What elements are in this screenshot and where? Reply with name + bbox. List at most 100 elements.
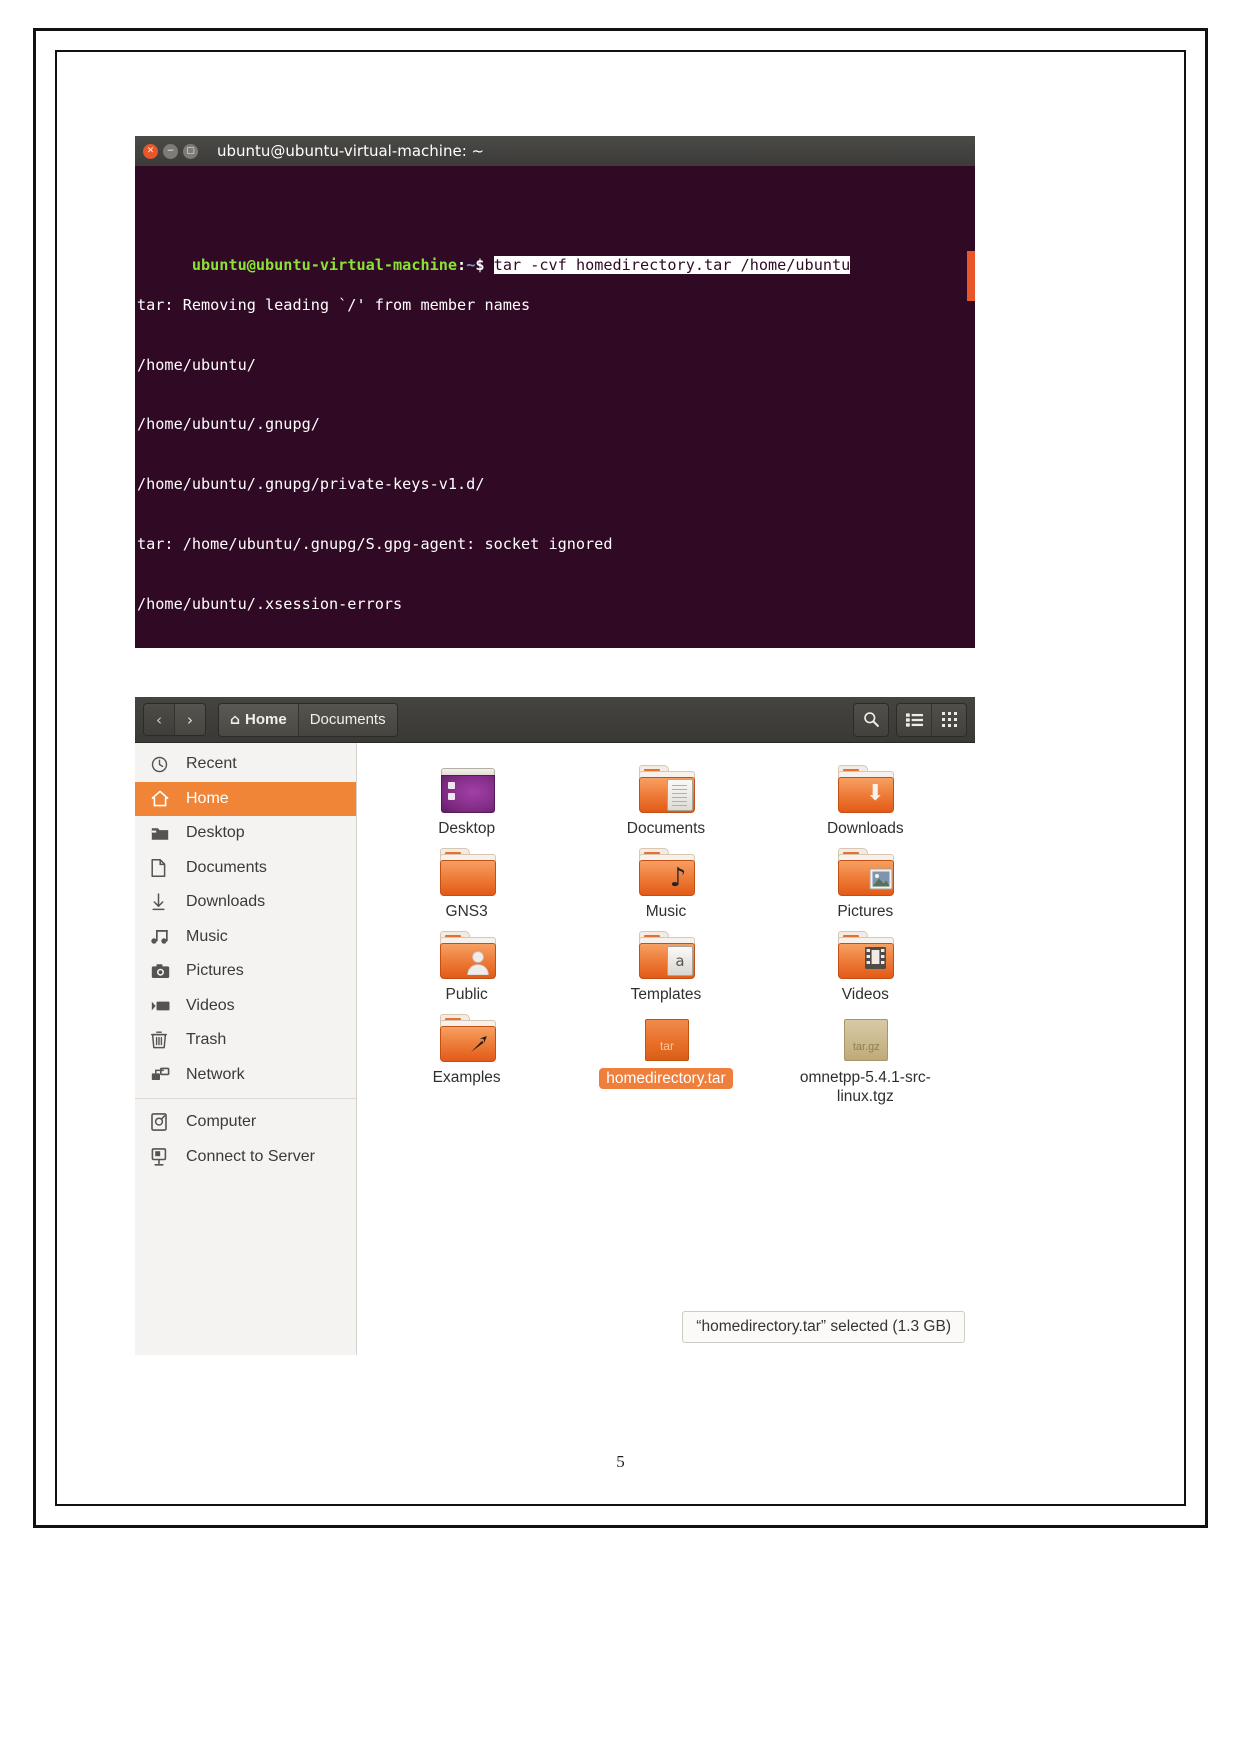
sidebar-item-trash[interactable]: Trash (135, 1023, 356, 1058)
document-emblem-icon (666, 779, 693, 811)
sidebar-item-label: Trash (186, 1031, 227, 1049)
sidebar-item-connect-to-server[interactable]: Connect to Server (135, 1140, 356, 1175)
trash-icon (151, 1031, 175, 1049)
file-label: Videos (841, 986, 889, 1003)
file-item-desktop[interactable]: Desktop (367, 761, 566, 838)
sidebar-item-home[interactable]: Home (135, 781, 356, 816)
symlink-arrow-emblem-icon (466, 1028, 492, 1060)
sidebar-item-label: Network (186, 1065, 245, 1083)
list-view-icon (905, 712, 923, 727)
breadcrumb-item-home[interactable]: ⌂ Home (219, 703, 298, 736)
grid-view-icon (941, 712, 957, 727)
prompt-colon: : (457, 255, 467, 274)
terminal-command: tar -cvf homedirectory.tar /home/ubuntu (493, 255, 851, 274)
file-label: Music (645, 903, 687, 920)
forward-button[interactable]: › (174, 704, 205, 735)
minimize-icon[interactable]: − (163, 143, 178, 159)
file-item-homedirectory-tar[interactable]: tar homedirectory.tar (566, 1010, 765, 1106)
video-camera-icon (151, 999, 175, 1013)
server-icon (151, 1147, 175, 1166)
terminal-line: tar: Removing leading `/' from member na… (137, 295, 531, 314)
file-item-gns3[interactable]: GNS3 (367, 844, 566, 921)
back-button[interactable]: ‹ (144, 704, 174, 735)
file-label: Public (445, 986, 488, 1003)
sidebar-item-pictures[interactable]: Pictures (135, 954, 356, 989)
sidebar[interactable]: Recent Home Desktop Documents Downloads … (135, 743, 357, 1355)
terminal-output-area[interactable]: ubuntu@ubuntu-virtual-machine:~$ tar -cv… (135, 166, 975, 648)
file-item-templates[interactable]: a Templates (566, 927, 765, 1004)
music-note-emblem-icon: ♪ (669, 863, 687, 893)
home-icon: ⌂ (230, 711, 241, 728)
film-emblem-icon (862, 942, 888, 974)
file-manager-toolbar[interactable]: ‹ › ⌂ Home Documents (135, 697, 975, 743)
sidebar-item-documents[interactable]: Documents (135, 851, 356, 886)
template-emblem-icon: a (666, 946, 693, 976)
file-list-area[interactable]: Desktop Documents ⬇ Downloads GNS3 ♪ Mus… (357, 743, 975, 1355)
sidebar-divider (135, 1098, 356, 1099)
prompt-user-host: ubuntu@ubuntu-virtual-machine (191, 255, 458, 274)
file-item-examples[interactable]: Examples (367, 1010, 566, 1106)
file-label: omnetpp-5.4.1-src-linux.tgz (799, 1069, 931, 1105)
sidebar-item-label: Computer (186, 1113, 257, 1131)
camera-icon (151, 963, 175, 979)
sidebar-item-computer[interactable]: Computer (135, 1105, 356, 1140)
terminal-line: /home/ubuntu/.gnupg/ (137, 415, 320, 434)
scrollbar-thumb[interactable] (967, 251, 975, 301)
breadcrumb-label: Home (245, 711, 287, 728)
file-item-music[interactable]: ♪ Music (566, 844, 765, 921)
videos-folder-icon (836, 931, 895, 979)
search-button[interactable] (853, 702, 889, 737)
network-icon (151, 1067, 175, 1083)
sidebar-item-desktop[interactable]: Desktop (135, 816, 356, 851)
status-badge: “homedirectory.tar” selected (1.3 GB) (682, 1311, 965, 1343)
maximize-icon[interactable]: ▢ (183, 143, 198, 159)
terminal-line: /home/ubuntu/.gnupg/private-keys-v1.d/ (137, 475, 485, 494)
sidebar-item-label: Documents (186, 858, 267, 876)
sidebar-item-downloads[interactable]: Downloads (135, 885, 356, 920)
grid-view-button[interactable] (931, 703, 966, 736)
sidebar-item-label: Music (186, 927, 228, 945)
file-item-omnetpp-tgz[interactable]: tar.gz omnetpp-5.4.1-src-linux.tgz (766, 1010, 965, 1106)
file-manager-body: Recent Home Desktop Documents Downloads … (135, 743, 975, 1355)
sidebar-item-recent[interactable]: Recent (135, 747, 356, 782)
view-mode-buttons[interactable] (896, 702, 967, 737)
download-arrow-emblem-icon: ⬇ (866, 780, 885, 806)
examples-folder-icon (438, 1014, 496, 1062)
file-label: Pictures (837, 903, 894, 920)
sidebar-item-network[interactable]: Network (135, 1058, 356, 1093)
breadcrumb[interactable]: ⌂ Home Documents (218, 702, 398, 737)
file-item-downloads[interactable]: ⬇ Downloads (766, 761, 965, 838)
breadcrumb-item-documents[interactable]: Documents (297, 703, 397, 736)
sidebar-item-label: Pictures (186, 962, 244, 980)
sidebar-item-label: Videos (186, 996, 235, 1014)
download-icon (151, 893, 175, 911)
file-item-documents[interactable]: Documents (566, 761, 765, 838)
music-note-icon (151, 928, 175, 945)
close-icon[interactable]: ✕ (143, 143, 158, 159)
file-item-pictures[interactable]: Pictures (766, 844, 965, 921)
terminal-titlebar[interactable]: ✕ − ▢ ubuntu@ubuntu-virtual-machine: ~ (135, 136, 975, 166)
terminal-window[interactable]: ✕ − ▢ ubuntu@ubuntu-virtual-machine: ~ u… (135, 136, 975, 648)
person-emblem-icon (465, 946, 491, 978)
sidebar-item-label: Downloads (186, 893, 266, 911)
icon-grid: Desktop Documents ⬇ Downloads GNS3 ♪ Mus… (367, 761, 965, 1106)
terminal-title: ubuntu@ubuntu-virtual-machine: ~ (217, 142, 485, 160)
downloads-folder-icon: ⬇ (836, 765, 895, 813)
documents-folder-icon (637, 765, 695, 813)
file-label: Templates (630, 986, 702, 1003)
breadcrumb-label: Documents (309, 711, 386, 728)
templates-folder-icon: a (637, 931, 695, 979)
picture-emblem-icon (868, 863, 894, 895)
public-folder-icon (438, 931, 496, 979)
sidebar-item-videos[interactable]: Videos (135, 989, 356, 1024)
sidebar-item-label: Desktop (186, 824, 245, 842)
sidebar-item-label: Recent (186, 755, 237, 773)
sidebar-item-music[interactable]: Music (135, 920, 356, 955)
tgz-archive-icon: tar.gz (836, 1014, 894, 1062)
file-item-public[interactable]: Public (367, 927, 566, 1004)
file-item-videos[interactable]: Videos (766, 927, 965, 1004)
navigation-buttons[interactable]: ‹ › (143, 703, 206, 736)
list-view-button[interactable] (897, 703, 931, 736)
sidebar-item-label: Connect to Server (186, 1147, 315, 1165)
file-manager-window[interactable]: ‹ › ⌂ Home Documents Recent Home Desktop… (135, 697, 975, 1355)
